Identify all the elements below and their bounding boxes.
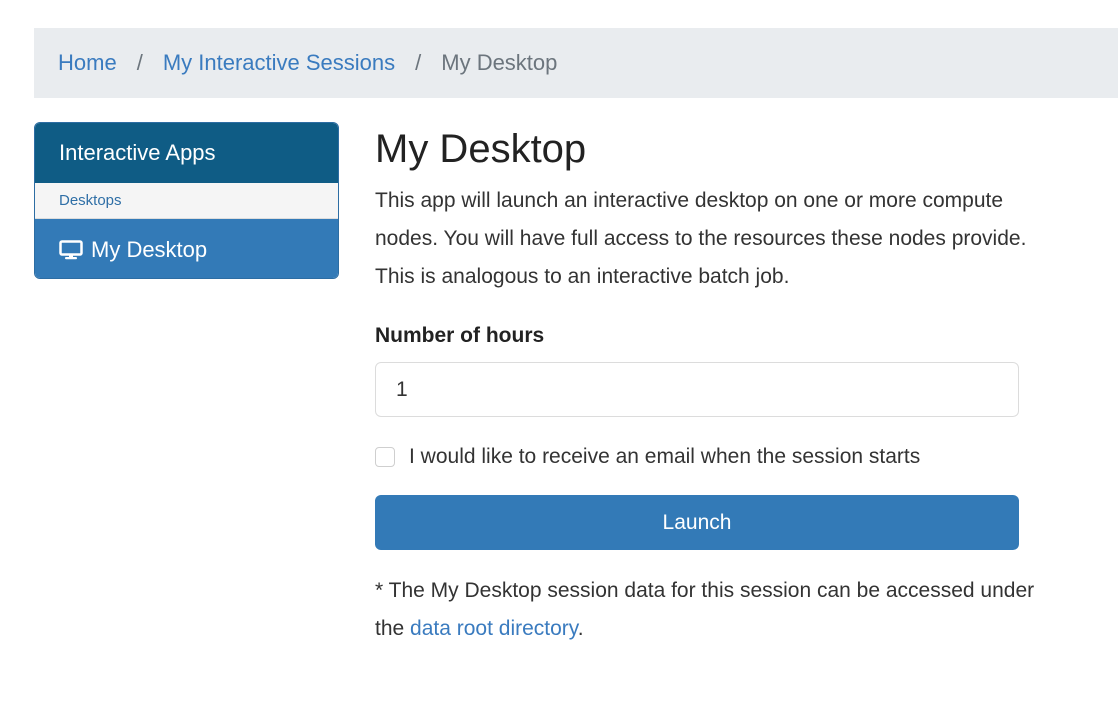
sidebar-header: Interactive Apps <box>35 123 338 183</box>
email-checkbox[interactable] <box>375 447 395 467</box>
app-description: This app will launch an interactive desk… <box>375 189 1027 288</box>
sidebar: Interactive Apps Desktops My Desktop <box>34 122 339 279</box>
breadcrumb-separator: / <box>136 50 143 75</box>
email-option: I would like to receive an email when th… <box>375 445 1035 469</box>
main-content: My Desktop This app will launch an inter… <box>375 124 1035 648</box>
breadcrumb-current: My Desktop <box>441 50 558 75</box>
email-checkbox-label[interactable]: I would like to receive an email when th… <box>409 445 920 469</box>
monitor-icon <box>59 239 83 259</box>
breadcrumb: Home / My Interactive Sessions / My Desk… <box>34 28 1118 98</box>
hours-input[interactable] <box>375 362 1019 417</box>
breadcrumb-home-link[interactable]: Home <box>58 50 117 76</box>
breadcrumb-separator: / <box>415 50 422 75</box>
sidebar-item-my-desktop[interactable]: My Desktop <box>35 219 338 278</box>
sidebar-category: Desktops <box>35 183 338 219</box>
hours-label: Number of hours <box>375 324 545 347</box>
session-data-note: * The My Desktop session data for this s… <box>375 572 1035 648</box>
note-suffix: . <box>577 617 584 640</box>
breadcrumb-sessions-link[interactable]: My Interactive Sessions <box>163 50 395 76</box>
sidebar-item-label: My Desktop <box>91 236 208 262</box>
launch-button[interactable]: Launch <box>375 495 1019 550</box>
page-title: My Desktop <box>375 127 587 171</box>
data-root-link[interactable]: data root directory <box>410 617 578 640</box>
